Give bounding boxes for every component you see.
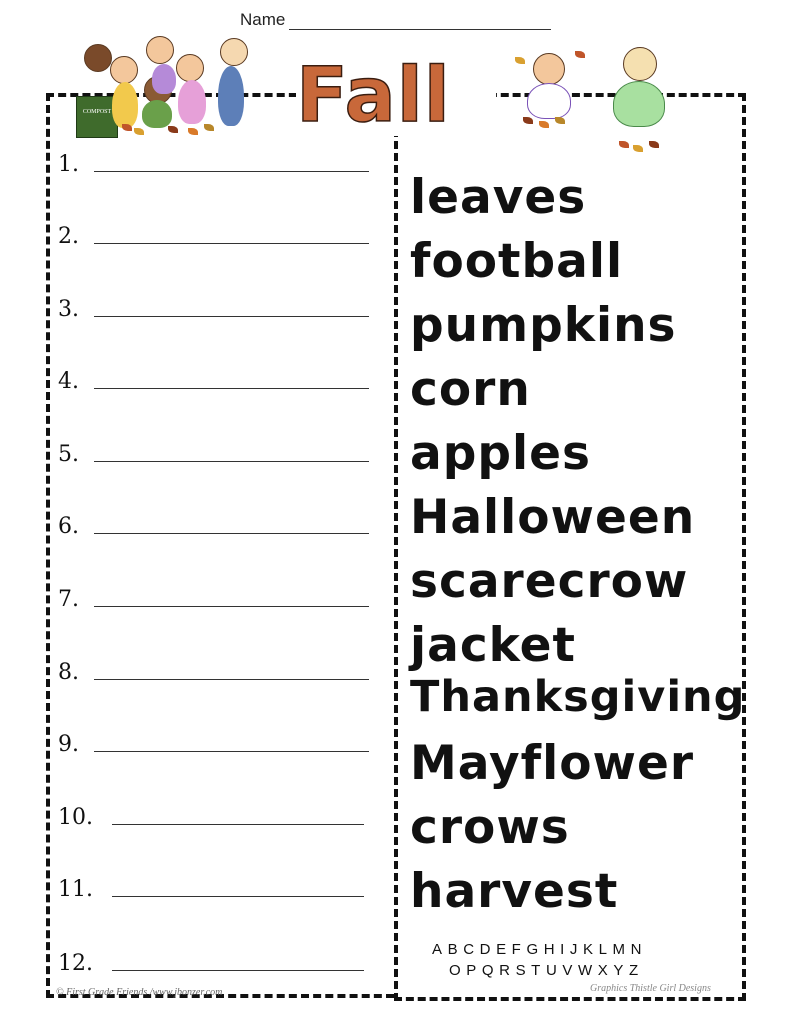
name-blank-line[interactable]	[289, 13, 552, 30]
answer-number: 7.	[58, 587, 79, 612]
leaf-icon	[649, 141, 659, 148]
kid-body-icon	[218, 66, 244, 126]
word-bank-item: football	[410, 234, 624, 289]
kid-head-icon	[110, 56, 138, 84]
copyright-credit: © First Grade Friends /www.jbonzer.com	[56, 987, 223, 998]
answer-number: 12.	[58, 951, 93, 976]
title-banner: Fall	[295, 49, 496, 140]
answer-blank-line[interactable]	[94, 243, 369, 244]
name-label: Name	[240, 10, 286, 29]
word-bank-item: apples	[410, 426, 591, 481]
kids-raking-leaves-illustration: COMPOST	[72, 36, 257, 138]
word-bank-item: leaves	[410, 170, 587, 225]
kid-body-icon	[112, 82, 138, 128]
answer-number: 10.	[58, 805, 93, 830]
word-bank-item: Thanksgiving	[410, 672, 746, 722]
answer-row: 12.	[58, 935, 378, 975]
name-field[interactable]: Name	[240, 10, 552, 30]
alphabet-row-2: OPQRSTUVWXYZ	[449, 962, 644, 979]
kid-body-icon	[613, 81, 665, 127]
answer-row: 4.	[58, 353, 378, 393]
answer-number: 11.	[58, 877, 93, 902]
answer-blank-line[interactable]	[94, 316, 369, 317]
leaf-icon	[122, 124, 132, 131]
answer-row: 1.	[58, 136, 378, 176]
kid-head-icon	[623, 47, 657, 81]
kids-playing-in-leaves-illustration	[515, 45, 690, 155]
word-bank-item: harvest	[410, 864, 619, 919]
answer-blank-line[interactable]	[94, 461, 369, 462]
answer-blank-line[interactable]	[94, 171, 369, 172]
word-bank-item: scarecrow	[410, 554, 689, 609]
answer-blank-line[interactable]	[94, 679, 369, 680]
answer-number: 5.	[58, 442, 79, 467]
kid-body-icon	[178, 80, 206, 124]
leaf-icon	[575, 51, 585, 58]
answer-blank-line[interactable]	[94, 751, 369, 752]
kid-body-icon	[152, 64, 176, 94]
leaf-icon	[188, 128, 198, 135]
leaf-icon	[555, 117, 565, 124]
answer-row: 5.	[58, 426, 378, 466]
answer-number: 4.	[58, 369, 79, 394]
answer-blank-line[interactable]	[112, 824, 364, 825]
answer-row: 7.	[58, 571, 378, 611]
leaf-icon	[204, 124, 214, 131]
kid-head-icon	[146, 36, 174, 64]
graphics-credit: Graphics Thistle Girl Designs	[590, 983, 711, 994]
answer-blank-line[interactable]	[112, 970, 364, 971]
answer-number: 9.	[58, 732, 79, 757]
answer-blank-line[interactable]	[94, 388, 369, 389]
answer-row: 3.	[58, 281, 378, 321]
answer-blank-line[interactable]	[94, 606, 369, 607]
leaf-icon	[515, 57, 525, 64]
word-bank-item: pumpkins	[410, 298, 677, 353]
kid-head-icon	[176, 54, 204, 82]
answer-row: 9.	[58, 716, 378, 756]
kid-head-icon	[533, 53, 565, 85]
word-bank-item: Halloween	[410, 490, 696, 545]
kid-head-icon	[220, 38, 248, 66]
compost-label: COMPOST	[82, 109, 112, 115]
kid-body-icon	[142, 100, 172, 128]
answer-number: 6.	[58, 514, 79, 539]
leaf-icon	[134, 128, 144, 135]
page-title: Fall	[295, 49, 451, 140]
answer-number: 3.	[58, 297, 79, 322]
answer-row: 11.	[58, 861, 378, 901]
answer-number: 2.	[58, 224, 79, 249]
word-bank-item: crows	[410, 800, 570, 855]
kid-body-icon	[527, 83, 571, 119]
word-bank-item: jacket	[410, 618, 577, 673]
answer-row: 2.	[58, 208, 378, 248]
alphabet-row-1: ABCDEFGHIJKLMN	[432, 941, 648, 958]
answer-row: 8.	[58, 644, 378, 684]
leaf-icon	[523, 117, 533, 124]
word-bank-item: corn	[410, 362, 531, 417]
leaf-icon	[168, 126, 178, 133]
answer-number: 1.	[58, 152, 79, 177]
word-bank-item: Mayflower	[410, 736, 695, 791]
answer-blank-line[interactable]	[112, 896, 364, 897]
answer-number: 8.	[58, 660, 79, 685]
leaf-icon	[619, 141, 629, 148]
leaf-icon	[633, 145, 643, 152]
answer-row: 10.	[58, 789, 378, 829]
answer-row: 6.	[58, 498, 378, 538]
answer-blank-line[interactable]	[94, 533, 369, 534]
kid-head-icon	[84, 44, 112, 72]
leaf-icon	[539, 121, 549, 128]
